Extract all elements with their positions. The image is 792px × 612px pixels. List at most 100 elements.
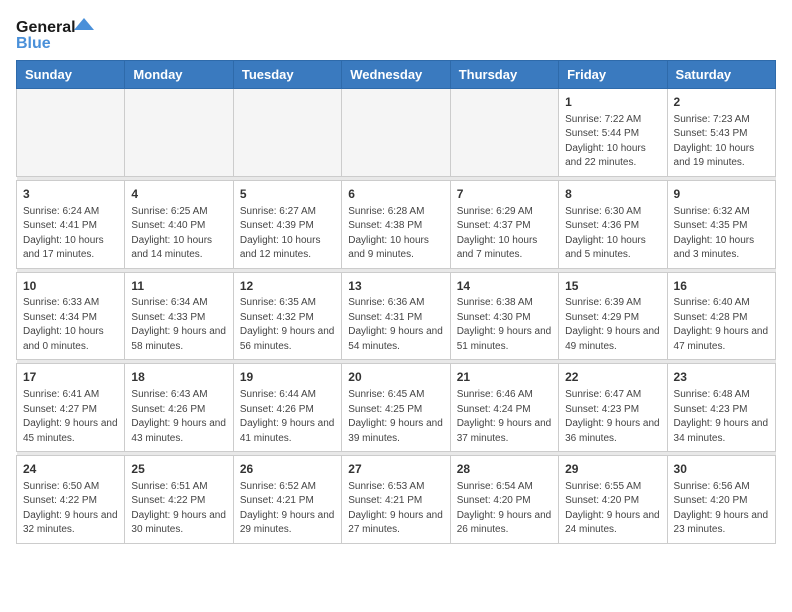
- calendar-week-row: 10Sunrise: 6:33 AMSunset: 4:34 PMDayligh…: [17, 272, 776, 360]
- day-number: 7: [457, 186, 552, 203]
- day-number: 3: [23, 186, 118, 203]
- day-info: Sunrise: 6:38 AMSunset: 4:30 PMDaylight:…: [457, 296, 552, 354]
- calendar-cell: 23 Sunrise: 6:48 AMSunset: 4:23 PMDayligh…: [667, 364, 775, 452]
- weekday-header: Saturday: [667, 61, 775, 89]
- weekday-header: Sunday: [17, 61, 125, 89]
- calendar-cell: 5 Sunrise: 6:27 AMSunset: 4:39 PMDaylight…: [233, 180, 341, 268]
- calendar-cell: 28 Sunrise: 6:54 AMSunset: 4:20 PMDayligh…: [450, 456, 558, 544]
- day-number: 16: [674, 278, 769, 295]
- calendar-cell: 2 Sunrise: 7:23 AMSunset: 5:43 PMDaylight…: [667, 89, 775, 177]
- day-number: 1: [565, 94, 660, 111]
- day-info: Sunrise: 6:29 AMSunset: 4:37 PMDaylight:…: [457, 205, 552, 263]
- day-info: Sunrise: 6:25 AMSunset: 4:40 PMDaylight:…: [131, 205, 226, 263]
- calendar-table: SundayMondayTuesdayWednesdayThursdayFrid…: [16, 60, 776, 544]
- day-number: 26: [240, 461, 335, 478]
- day-number: 28: [457, 461, 552, 478]
- calendar-cell: [450, 89, 558, 177]
- day-info: Sunrise: 6:27 AMSunset: 4:39 PMDaylight:…: [240, 205, 335, 263]
- day-info: Sunrise: 6:46 AMSunset: 4:24 PMDaylight:…: [457, 388, 552, 446]
- day-info: Sunrise: 6:55 AMSunset: 4:20 PMDaylight:…: [565, 480, 660, 538]
- calendar-cell: 30Sunrise: 6:56 AMSunset: 4:20 PMDayligh…: [667, 456, 775, 544]
- day-number: 12: [240, 278, 335, 295]
- calendar-cell: 3 Sunrise: 6:24 AMSunset: 4:41 PMDaylight…: [17, 180, 125, 268]
- day-info: Sunrise: 6:48 AMSunset: 4:23 PMDaylight:…: [674, 388, 769, 446]
- day-number: 24: [23, 461, 118, 478]
- day-info: Sunrise: 6:30 AMSunset: 4:36 PMDaylight:…: [565, 205, 660, 263]
- page-header: GeneralBlue: [16, 16, 776, 52]
- day-info: Sunrise: 6:39 AMSunset: 4:29 PMDaylight:…: [565, 296, 660, 354]
- day-info: Sunrise: 6:51 AMSunset: 4:22 PMDaylight:…: [131, 480, 226, 538]
- calendar-cell: 17 Sunrise: 6:41 AMSunset: 4:27 PMDayligh…: [17, 364, 125, 452]
- day-number: 23: [674, 369, 769, 386]
- day-info: Sunrise: 6:36 AMSunset: 4:31 PMDaylight:…: [348, 296, 443, 354]
- day-number: 2: [674, 94, 769, 111]
- day-number: 19: [240, 369, 335, 386]
- day-info: Sunrise: 6:41 AMSunset: 4:27 PMDaylight:…: [23, 388, 118, 446]
- day-info: Sunrise: 6:53 AMSunset: 4:21 PMDaylight:…: [348, 480, 443, 538]
- day-number: 4: [131, 186, 226, 203]
- day-info: Sunrise: 6:45 AMSunset: 4:25 PMDaylight:…: [348, 388, 443, 446]
- day-number: 21: [457, 369, 552, 386]
- day-info: Sunrise: 6:28 AMSunset: 4:38 PMDaylight:…: [348, 205, 443, 263]
- calendar-cell: [233, 89, 341, 177]
- day-info: Sunrise: 6:35 AMSunset: 4:32 PMDaylight:…: [240, 296, 335, 354]
- calendar-cell: 14Sunrise: 6:38 AMSunset: 4:30 PMDayligh…: [450, 272, 558, 360]
- weekday-header: Thursday: [450, 61, 558, 89]
- calendar-week-row: 17 Sunrise: 6:41 AMSunset: 4:27 PMDayligh…: [17, 364, 776, 452]
- calendar-cell: 21 Sunrise: 6:46 AMSunset: 4:24 PMDayligh…: [450, 364, 558, 452]
- calendar-cell: 19 Sunrise: 6:44 AMSunset: 4:26 PMDayligh…: [233, 364, 341, 452]
- day-number: 27: [348, 461, 443, 478]
- day-info: Sunrise: 6:33 AMSunset: 4:34 PMDaylight:…: [23, 296, 118, 354]
- day-number: 5: [240, 186, 335, 203]
- calendar-cell: 8 Sunrise: 6:30 AMSunset: 4:36 PMDaylight…: [559, 180, 667, 268]
- day-info: Sunrise: 6:47 AMSunset: 4:23 PMDaylight:…: [565, 388, 660, 446]
- calendar-cell: 10Sunrise: 6:33 AMSunset: 4:34 PMDayligh…: [17, 272, 125, 360]
- logo-svg: GeneralBlue: [16, 16, 96, 52]
- day-info: Sunrise: 6:40 AMSunset: 4:28 PMDaylight:…: [674, 296, 769, 354]
- calendar-cell: 18 Sunrise: 6:43 AMSunset: 4:26 PMDayligh…: [125, 364, 233, 452]
- day-number: 13: [348, 278, 443, 295]
- day-info: Sunrise: 6:44 AMSunset: 4:26 PMDaylight:…: [240, 388, 335, 446]
- day-info: Sunrise: 6:52 AMSunset: 4:21 PMDaylight:…: [240, 480, 335, 538]
- day-number: 11: [131, 278, 226, 295]
- calendar-cell: 29 Sunrise: 6:55 AMSunset: 4:20 PMDayligh…: [559, 456, 667, 544]
- calendar-cell: [17, 89, 125, 177]
- calendar-week-row: 1 Sunrise: 7:22 AMSunset: 5:44 PMDaylight…: [17, 89, 776, 177]
- day-number: 8: [565, 186, 660, 203]
- calendar-cell: 16Sunrise: 6:40 AMSunset: 4:28 PMDayligh…: [667, 272, 775, 360]
- day-info: Sunrise: 6:24 AMSunset: 4:41 PMDaylight:…: [23, 205, 118, 263]
- calendar-cell: 7 Sunrise: 6:29 AMSunset: 4:37 PMDaylight…: [450, 180, 558, 268]
- weekday-header: Monday: [125, 61, 233, 89]
- calendar-cell: 12Sunrise: 6:35 AMSunset: 4:32 PMDayligh…: [233, 272, 341, 360]
- calendar-cell: 1 Sunrise: 7:22 AMSunset: 5:44 PMDaylight…: [559, 89, 667, 177]
- day-info: Sunrise: 7:23 AMSunset: 5:43 PMDaylight:…: [674, 113, 769, 171]
- day-info: Sunrise: 6:50 AMSunset: 4:22 PMDaylight:…: [23, 480, 118, 538]
- logo: GeneralBlue: [16, 16, 96, 52]
- day-number: 17: [23, 369, 118, 386]
- calendar-cell: [125, 89, 233, 177]
- day-info: Sunrise: 7:22 AMSunset: 5:44 PMDaylight:…: [565, 113, 660, 171]
- day-number: 30: [674, 461, 769, 478]
- calendar-cell: 15Sunrise: 6:39 AMSunset: 4:29 PMDayligh…: [559, 272, 667, 360]
- day-number: 10: [23, 278, 118, 295]
- day-info: Sunrise: 6:43 AMSunset: 4:26 PMDaylight:…: [131, 388, 226, 446]
- calendar-cell: 20 Sunrise: 6:45 AMSunset: 4:25 PMDayligh…: [342, 364, 450, 452]
- calendar-cell: 25 Sunrise: 6:51 AMSunset: 4:22 PMDayligh…: [125, 456, 233, 544]
- day-number: 25: [131, 461, 226, 478]
- svg-text:Blue: Blue: [16, 35, 51, 52]
- day-number: 18: [131, 369, 226, 386]
- day-number: 29: [565, 461, 660, 478]
- weekday-header: Friday: [559, 61, 667, 89]
- calendar-cell: 27 Sunrise: 6:53 AMSunset: 4:21 PMDayligh…: [342, 456, 450, 544]
- day-number: 20: [348, 369, 443, 386]
- day-info: Sunrise: 6:54 AMSunset: 4:20 PMDaylight:…: [457, 480, 552, 538]
- weekday-header: Wednesday: [342, 61, 450, 89]
- calendar-cell: 26 Sunrise: 6:52 AMSunset: 4:21 PMDayligh…: [233, 456, 341, 544]
- day-number: 9: [674, 186, 769, 203]
- calendar-header-row: SundayMondayTuesdayWednesdayThursdayFrid…: [17, 61, 776, 89]
- calendar-week-row: 24 Sunrise: 6:50 AMSunset: 4:22 PMDayligh…: [17, 456, 776, 544]
- day-number: 22: [565, 369, 660, 386]
- svg-text:General: General: [16, 19, 76, 36]
- calendar-cell: 13Sunrise: 6:36 AMSunset: 4:31 PMDayligh…: [342, 272, 450, 360]
- day-info: Sunrise: 6:34 AMSunset: 4:33 PMDaylight:…: [131, 296, 226, 354]
